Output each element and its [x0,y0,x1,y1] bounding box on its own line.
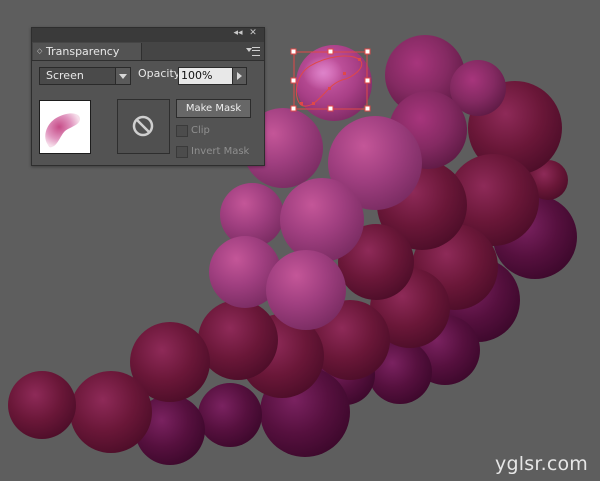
clip-checkbox[interactable] [176,125,188,137]
no-symbol-icon [132,115,154,137]
clip-label: Clip [191,125,210,136]
tab-label: Transparency [46,45,120,58]
make-mask-button[interactable]: Make Mask [176,99,251,118]
thumbnail-preview-icon [45,113,80,148]
artwork-thumbnail[interactable] [39,100,91,154]
close-panel-icon[interactable]: ✕ [247,28,259,42]
tab-transparency[interactable]: ◇ Transparency [33,43,142,60]
selected-grape[interactable] [296,45,372,121]
tab-expand-icon[interactable]: ◇ [37,43,42,60]
chevron-down-icon[interactable] [115,68,130,84]
transparency-panel: ◂◂ ✕ ◇ Transparency Screen Opacity: 100% [31,27,265,166]
opacity-input[interactable]: 100% [178,67,234,85]
invert-mask-checkbox[interactable] [176,146,188,158]
watermark-text: yglsr.com [495,453,588,475]
panel-titlebar[interactable]: ◂◂ ✕ [32,28,264,42]
panel-tab-bar: ◇ Transparency [32,42,264,61]
invert-mask-label: Invert Mask [191,146,250,157]
blend-mode-value: Screen [46,69,84,82]
artboard-canvas[interactable]: yglsr.com ◂◂ ✕ ◇ Transparency Screen Opa… [0,0,600,481]
panel-menu-icon[interactable] [246,44,260,58]
menu-lines-icon [252,47,260,56]
opacity-mask-slot[interactable] [117,99,170,154]
opacity-slider-toggle-icon[interactable] [232,67,247,85]
opacity-label: Opacity: [138,67,184,80]
blend-mode-select[interactable]: Screen [39,67,131,85]
collapse-panel-icon[interactable]: ◂◂ [232,28,244,42]
